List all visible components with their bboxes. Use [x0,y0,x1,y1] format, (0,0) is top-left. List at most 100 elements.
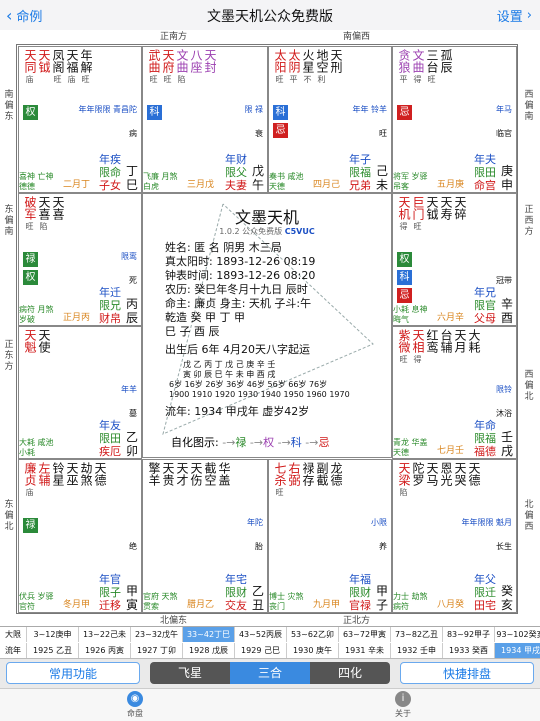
year-cell[interactable]: 1933 癸酉 [443,643,495,658]
common-functions-button[interactable]: 常用功能 [6,662,140,684]
sihua-badge: 权 [23,105,38,120]
tab-chart[interactable]: ◉ 命盘 [115,691,155,719]
bazi-row-2: 6岁 16岁 26岁 36岁 46岁 56岁 66岁 76岁 [169,380,328,389]
palace-wei[interactable]: 太阳旺太阴平火星不地空利天刑科忌年年 铃羊旺奏书 咸池 天德 四月己 年子 限福 兄弟己… [268,46,392,193]
main-stars: 天梁陷陀罗 天马 恩光 天哭 天德 [397,462,481,498]
star-brightness: 旺 [149,75,158,84]
year-cell[interactable]: 1934 甲戌 [495,643,540,658]
palace-you[interactable]: 天机得巨门旺天钺 天寿 天碎权科忌冠带 小耗 息神 晦气 六月辛 年兄 限官 父母 辛酉 [392,193,517,326]
year-cell[interactable]: 73~82乙丑 [391,627,443,642]
star-brightness: 平 [289,75,298,84]
minor-gods: 伏兵 岁驿 官符 [19,592,54,611]
flow-stars: 限 禄 [244,105,263,114]
palace-zi[interactable]: 七杀旺右弼 禄存 副截 龙德 小限养博士 灾煞 丧门 九月甲 年福 限财 官禄 甲子 [268,459,392,613]
settings-button[interactable]: 设置 › [497,6,532,25]
info-line-4: 命主: 廉贞 身主: 天机 子斗:午 [165,297,312,310]
year-cell[interactable]: 1931 辛未 [339,643,391,658]
palace-life-labels: 年福 限财 官禄 [349,573,371,612]
palace-yin[interactable]: 廉贞庙左辅 铃星 天巫 劫煞 天德禄绝伏兵 岁驿 官符 冬月甲 年官 限子 迁移 甲寅 [18,459,142,613]
year-cell[interactable]: 3~12庚申 [27,627,79,642]
year-cell[interactable]: 53~62乙卯 [287,627,339,642]
star: 天寿 [439,196,453,232]
flow-stars: 限鸾 [121,252,137,261]
star: 太阳旺 [273,49,287,85]
main-stars: 武曲旺天府旺文曲陷八座 天封 [147,49,217,85]
year-cell[interactable]: 93~102癸亥 [495,627,540,642]
star-name: 破军 [23,196,37,220]
star-brightness: 旺 [275,75,284,84]
star-name: 天才 [175,462,189,486]
star: 天相得 [411,329,425,365]
changsheng-stage: 临官 [496,129,512,138]
star: 天魁 [23,329,37,354]
dir-left-2: 东偏南 [4,205,14,237]
action-bar: 常用功能 飞星 三合 四化 快捷排盘 [0,658,540,689]
palace-mao[interactable]: 天魁 天使 年羊墓大耗 咸池 小耗 年友 限田 疾厄 乙卯 [18,326,142,459]
tab-about-label: 关于 [395,709,411,718]
zihua-title: 自化图示: [171,436,219,449]
star: 天德 [93,462,107,498]
star: 天福庙 [65,49,79,85]
star-name: 龙德 [329,462,343,486]
ganzhi: 辛酉 [500,297,513,325]
year-cell[interactable]: 1928 戊辰 [183,643,235,658]
year-cell[interactable]: 83~92甲子 [443,627,495,642]
year-cell[interactable]: 1925 乙丑 [27,643,79,658]
star-name: 华盖 [217,462,231,486]
star-brightness: 利 [317,75,326,84]
star-name: 七杀 [273,462,287,486]
minor-gods: 将军 岁驿 吊客 [393,172,428,191]
star: 左辅 [37,462,51,498]
version-text: 1.0.2 公众免费版 [219,227,283,236]
star-name: 文曲 [411,49,425,73]
palace-chen[interactable]: 破军旺天喜陷天喜禄权限鸾死病符 月煞 岁破 正月丙 年迁 限兄 财帛 丙辰 [18,193,142,326]
bazi-row-0: 戊 乙 丙 丁 戊 己 庚 辛 壬 [183,360,276,369]
tab-sanhe[interactable]: 三合 [230,662,310,684]
year-cell[interactable]: 23~32戊午 [131,627,183,642]
star: 陀罗 [411,462,425,498]
year-cell[interactable]: 1929 己巳 [235,643,287,658]
ganzhi: 乙卯 [125,430,138,458]
palace-shen[interactable]: 贪狼平文曲得三台旺孤辰忌年马 临官 将军 岁驿 吊客 五月庚 年夫 限田 命宫 庚申 [392,46,517,193]
tab-feixing[interactable]: 飞星 [150,662,230,684]
tab-sihua[interactable]: 四化 [310,662,390,684]
ganzhi: 戊午 [251,164,264,192]
palace-wu[interactable]: 武曲旺天府旺文曲陷八座 天封科限 禄衰飞廉 月煞 白虎 三月戊 年财 限父 夫妻 戊午 [142,46,268,193]
year-cell[interactable]: 1932 壬申 [391,643,443,658]
star-name: 天哭 [453,462,467,486]
palace-xu[interactable]: 紫微旺天相得红鸾 台辅 天月 大耗 限铃 沐浴 青龙 华盖 天德 七月壬 年命 限福 福德 壬戌 [392,326,517,459]
year-cell[interactable]: 63~72甲寅 [339,627,391,642]
palace-si[interactable]: 天同庙天钺 凤阁旺天福庙年解旺权年年限限 青昌陀病喜神 亡神 德德 二月丁 年疾 限命子… [18,46,142,193]
star-name: 红鸾 [425,329,439,353]
year-cell[interactable]: 43~52丙辰 [235,627,287,642]
palace-hai[interactable]: 天梁陷陀罗 天马 恩光 天哭 天德 年年限限 魁月 长生 力士 劫煞 病符 八月癸 年父 限迁 田宅癸… [392,459,517,613]
year-cell[interactable]: 1930 庚午 [287,643,339,658]
palace-chou[interactable]: 擎羊 天贵 天才 天伤 截空 华盖 年陀胎官府 天煞 贯索 腊月乙 年宅 限财 交友 乙丑 [142,459,268,613]
year-cell[interactable]: 1926 丙寅 [79,643,131,658]
changsheng-stage: 胎 [255,542,263,551]
year-cell[interactable]: 33~42丁巳 [183,627,235,642]
main-stars: 七杀旺右弼 禄存 副截 龙德 [273,462,343,498]
star: 天钺 [37,49,51,85]
quick-chart-button[interactable]: 快捷排盘 [400,662,534,684]
changsheng-stage: 沐浴 [496,409,512,418]
year-cell[interactable]: 13~22己未 [79,627,131,642]
star: 铃星 [51,462,65,498]
year-cell[interactable]: 1927 丁卯 [131,643,183,658]
minor-gods: 青龙 华盖 天德 [393,438,428,457]
tab-about[interactable]: i 关于 [383,691,423,719]
minor-gods: 博士 灾煞 丧门 [269,592,304,611]
star: 红鸾 [425,329,439,365]
ganzhi: 甲寅 [125,584,138,612]
star: 劫煞 [79,462,93,498]
palace-life-labels: 年友 限田 疾厄 [99,419,121,458]
minor-gods: 官府 天煞 贯索 [143,592,178,611]
flow-stars: 年年限限 魁月 [461,518,512,527]
star: 太阴平 [287,49,301,85]
star-brightness: 旺 [81,75,90,84]
star-brightness: 旺 [427,75,436,84]
star-brightness: 平 [399,75,408,84]
chevron-right-icon: › [526,8,532,23]
flow-stars: 年羊 [121,385,137,394]
minor-gods: 力士 劫煞 病符 [393,592,428,611]
